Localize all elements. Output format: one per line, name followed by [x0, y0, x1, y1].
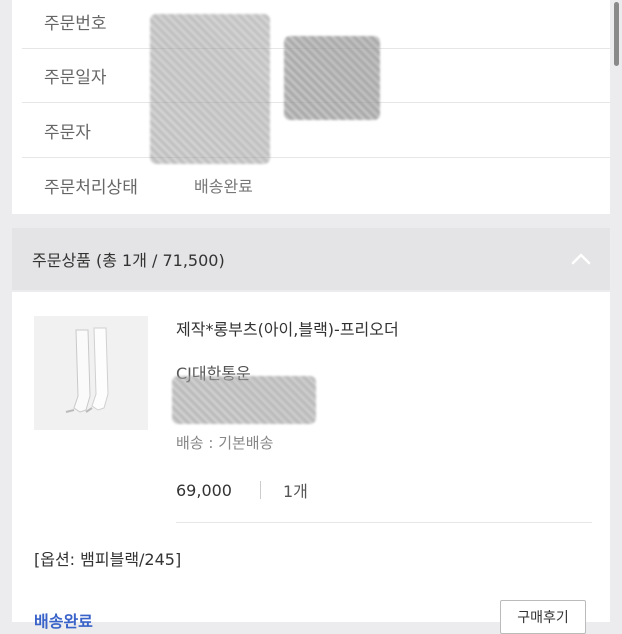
redaction-scribble [284, 36, 380, 120]
orderer-label: 주문자 [44, 122, 91, 143]
product-quantity: 1개 [282, 482, 308, 501]
price-row: 69,000 1개 [176, 478, 308, 502]
product-name[interactable]: 제작*롱부츠(아이,블랙)-프리오더 [176, 316, 399, 340]
order-products-header[interactable]: 주문상품 (총 1개 / 71,500) [12, 228, 610, 290]
product-image[interactable] [34, 316, 148, 430]
order-status-value: 배송완료 [194, 177, 253, 196]
redaction-scribble [172, 376, 316, 424]
divider [176, 522, 592, 523]
redaction-scribble [150, 14, 270, 164]
chevron-up-icon[interactable] [570, 248, 592, 270]
delivery-status-link[interactable]: 배송완료 [34, 608, 93, 632]
product-price: 69,000 [176, 480, 232, 500]
order-date-label: 주문일자 [44, 67, 107, 88]
order-number-label: 주문번호 [44, 13, 107, 34]
order-status-label: 주문처리상태 [44, 177, 138, 198]
product-card: 제작*롱부츠(아이,블랙)-프리오더 CJ대한통운 배송 : 기본배송 69,0… [12, 292, 610, 634]
order-status-row: 주문처리상태 배송완료 [22, 158, 610, 212]
product-option: [옵션: 뱀피블랙/245] [34, 550, 182, 569]
boot-icon [65, 327, 109, 413]
divider [259, 481, 261, 499]
scrollbar[interactable] [614, 2, 619, 66]
order-info-card: 주문번호 주문일자 주문자 주문처리상태 배송완료 [12, 0, 610, 214]
write-review-button[interactable]: 구매후기 [500, 600, 586, 634]
shipping-method: 배송 : 기본배송 [176, 434, 274, 452]
order-products-title: 주문상품 (총 1개 / 71,500) [32, 251, 225, 270]
